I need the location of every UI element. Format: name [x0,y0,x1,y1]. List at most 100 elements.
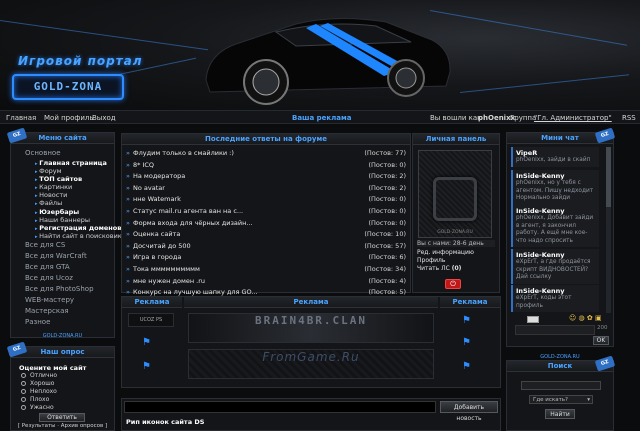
forum-post-item[interactable]: На модератора (Постов: 2) [124,171,410,183]
add-news-button[interactable]: Добавить новость [440,401,498,422]
nav-logout[interactable]: Выход [92,114,116,122]
forum-post-count: (Постов: 10) [364,230,406,239]
radio-icon[interactable] [21,373,26,378]
forum-post-item[interactable]: нне Watemark (Постов: 0) [124,194,410,206]
chat-input[interactable] [515,325,595,335]
avatar-caption: GOLD-ZONA.RU [437,230,473,235]
menu-item[interactable]: Все для PhotoShop [25,284,114,295]
forum-post-title[interactable]: Статус mail.ru агента ван на с... [133,207,243,215]
menu-item[interactable]: Картинки [25,183,114,191]
poll-option[interactable]: Ужасно [11,404,114,412]
poll-question: Оцените мой сайт [19,364,87,372]
chat-ok-button[interactable]: OK [593,336,609,345]
radio-icon[interactable] [21,397,26,402]
poll-panel: Наш опрос Оцените мой сайт Отлично Хорошо… [10,346,115,431]
forum-post-title[interactable]: Форма входа для чёрных дизайн... [133,219,253,227]
nav-home[interactable]: Главная [6,114,36,122]
forum-post-item[interactable]: 8* ICQ (Постов: 0) [124,160,410,172]
menu-item[interactable]: Главная страница [25,159,114,167]
forum-post-title[interactable]: 8* ICQ [133,161,154,169]
forum-post-item[interactable]: Статус mail.ru агента ван на с... (Постов… [124,206,410,218]
power-icon[interactable]: ⏻ [445,279,461,289]
flag-icon: ⚑ [462,337,471,348]
chat-message: VipeR phOenixx, зайди в скайп [511,147,599,167]
menu-item[interactable]: Форум [25,167,114,175]
edit-info-link[interactable]: Ред. информацию [417,249,474,256]
poll-option[interactable]: Неплохо [11,388,114,396]
forum-post-count: (Постов: 0) [368,206,407,215]
banner-small[interactable]: UCOZ PS [128,313,174,327]
forum-post-title[interactable]: Флудим только в смайлики :) [133,149,234,157]
poll-option-label: Хорошо [30,380,55,387]
menu-item[interactable]: Основное [25,148,114,159]
forum-post-item[interactable]: Оценка сайта (Постов: 10) [124,229,410,241]
search-where-select[interactable]: Где искать? ▾ [529,395,593,404]
menu-item[interactable]: Все для Ucoz [25,273,114,284]
forum-post-item[interactable]: Флудим только в смайлики :) (Постов: 77) [124,148,410,160]
forum-post-title[interactable]: Игра в города [133,253,181,261]
poll-option[interactable]: Отлично [11,372,114,380]
menu-item[interactable]: Новости [25,191,114,199]
user-avatar[interactable]: GOLD-ZONA.RU [418,150,492,238]
radio-icon[interactable] [21,389,26,394]
smiley-icon[interactable]: ☺ ◍ ✿ ▣ [569,314,602,322]
forum-post-item[interactable]: No avatar (Постов: 2) [124,183,410,195]
forum-post-item[interactable]: Тока мммммммммм (Постов: 34) [124,264,410,276]
menu-item[interactable]: Разное [25,317,114,328]
menu-item[interactable]: ТОП сайтов [25,175,114,183]
menu-item[interactable]: Юзербары [25,208,114,216]
forum-post-title[interactable]: No avatar [133,184,165,192]
read-pm-link[interactable]: Читать ЛС (0) [417,265,461,272]
flag-icon: ⚑ [462,315,471,326]
menu-item[interactable]: Мастерская [25,306,114,317]
forum-post-count: (Постов: 77) [364,149,406,157]
menu-item[interactable]: Найти сайт в поисковике [25,232,126,240]
menu-item[interactable]: Наши баннеры [25,216,114,224]
rss-link[interactable]: RSS [622,114,636,122]
banner-bottom[interactable]: FromGame.Ru [188,349,434,379]
news-item-title[interactable]: Рип иконок сайта DS [126,418,204,426]
menu-item[interactable]: WEB-мастеру [25,295,114,306]
nav-profile[interactable]: Мой профиль [44,114,94,122]
radio-icon[interactable] [21,381,26,386]
chat-author[interactable]: InSide-Kenny [516,287,596,295]
forum-post-item[interactable]: мне нужен домен .ru (Постов: 4) [124,276,410,288]
poll-option[interactable]: Хорошо [11,380,114,388]
profile-link[interactable]: Профиль [417,257,445,264]
chat-author[interactable]: VipeR [516,149,596,157]
forum-post-item[interactable]: Форма входа для чёрных дизайн... (Постов:… [124,218,410,230]
site-logo[interactable]: GOLD-ZONA [12,74,124,100]
nav-group[interactable]: "Гл. Администратор" [534,114,612,122]
smiley-select[interactable] [527,316,539,323]
chat-author[interactable]: InSide-Kenny [516,172,596,180]
poll-vote-button[interactable]: Ответить [39,413,85,422]
forum-post-item[interactable]: Игра в города (Постов: 6) [124,252,410,264]
forum-post-title[interactable]: Досчитай до 500 [133,242,191,250]
banner-top[interactable]: BRAIN4BR.CLAN [188,313,434,343]
car-illustration [205,17,451,105]
forum-post-title[interactable]: На модератора [133,172,185,180]
poll-option[interactable]: Плохо [11,396,114,404]
menu-item[interactable]: Все для WarCraft [25,251,114,262]
news-header-bar [124,401,436,413]
menu-item[interactable]: Все для GTA [25,262,114,273]
forum-post-title[interactable]: Тока мммммммммм [133,265,200,273]
search-input[interactable] [521,381,601,390]
forum-post-title[interactable]: мне нужен домен .ru [133,277,205,285]
chat-author[interactable]: InSide-Kenny [516,207,596,215]
menu-item[interactable]: Регистрация доменов [25,224,121,232]
forum-post-item[interactable]: Досчитай до 500 (Постов: 57) [124,241,410,253]
forum-post-title[interactable]: Конкурс на лучшую шапку для GO... [133,288,258,296]
forum-post-count: (Постов: 57) [364,241,406,250]
chat-scrollbar[interactable] [606,147,611,313]
forum-post-title[interactable]: Оценка сайта [133,230,180,238]
poll-results-link[interactable]: [ Результаты · Архив опросов ] [11,423,114,429]
chat-author[interactable]: InSide-Kenny [516,251,596,259]
forum-post-title[interactable]: нне Watemark [133,195,181,203]
search-button[interactable]: Найти [545,409,575,419]
radio-icon[interactable] [21,405,26,410]
menu-item[interactable]: Все для CS [25,240,114,251]
forum-panel: Последние ответы на форуме Флудим только… [121,133,411,309]
menu-item[interactable]: Файлы [25,199,114,207]
nav-ad-link[interactable]: Ваша реклама [292,114,351,122]
